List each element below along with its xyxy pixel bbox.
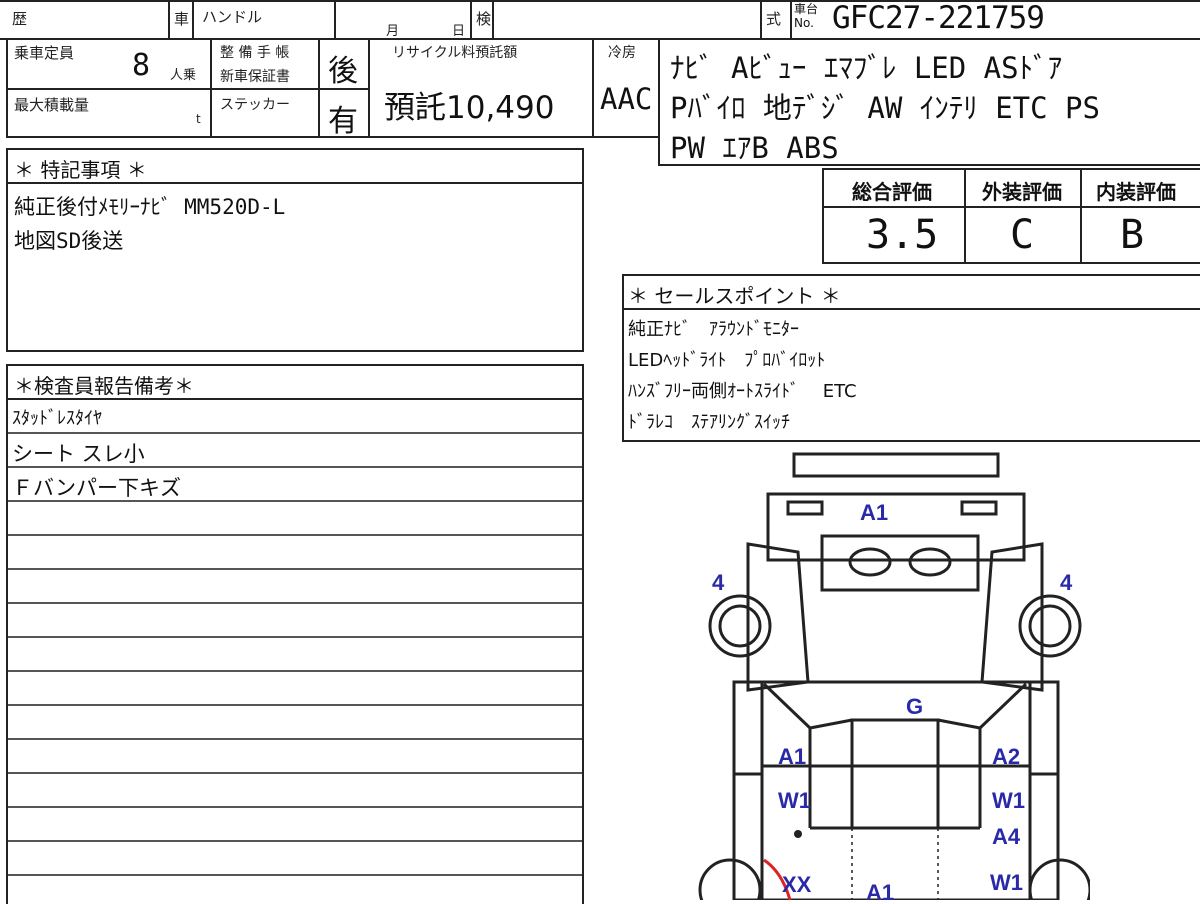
max-load-label: 最大積載量 bbox=[14, 96, 90, 114]
chassis-label-bottom: No. bbox=[794, 16, 814, 30]
chassis-number: GFC27-221759 bbox=[832, 0, 1045, 36]
sales-point-line: LEDﾍｯﾄﾞﾗｲﾄ ﾌﾟﾛﾊﾞｲﾛｯﾄ bbox=[628, 350, 826, 371]
sales-points-list: 純正ﾅﾋﾞ ｱﾗｳﾝﾄﾞﾓﾆﾀｰ LEDﾍｯﾄﾞﾗｲﾄ ﾌﾟﾛﾊﾞｲﾛｯﾄ ﾊﾝ… bbox=[628, 314, 857, 438]
ac-label: 冷房 bbox=[608, 45, 636, 61]
warranty-value: 後 bbox=[328, 54, 358, 89]
left-headlight-outline bbox=[848, 547, 892, 577]
damage-code-label: 4 bbox=[712, 570, 725, 595]
exterior-score-value: C bbox=[1010, 212, 1035, 258]
recycle-label: リサイクル料預託額 bbox=[392, 45, 518, 61]
sales-points-title: ＊ セールスポイント ＊ bbox=[628, 284, 841, 308]
damage-code-label: 4 bbox=[1060, 570, 1073, 595]
inspector-notes-box: ＊検査員報告備考＊ ｽﾀｯﾄﾞﾚｽﾀｲﾔ シート スレ小 Ｆバンパー下キズ bbox=[6, 364, 584, 904]
damage-code-label: W1 bbox=[778, 788, 811, 813]
capacity-label: 乗車定員 bbox=[14, 44, 75, 62]
right-headlight-outline bbox=[908, 547, 952, 577]
front-bumper-outline bbox=[766, 492, 1026, 562]
damage-dot-mark bbox=[794, 830, 802, 838]
sales-point-line: ﾄﾞﾗﾚｺ ｽﾃｱﾘﾝｸﾞｽｲｯﾁ bbox=[628, 412, 790, 433]
capacity-value: 8 bbox=[132, 48, 151, 83]
max-load-unit: t bbox=[196, 112, 201, 126]
overall-score-value: 3.5 bbox=[866, 212, 939, 258]
interior-score-label: 内装評価 bbox=[1096, 180, 1176, 204]
warranty-label: 新車保証書 bbox=[220, 69, 290, 85]
chassis-label-top: 車台 bbox=[794, 2, 819, 16]
hood-outline bbox=[820, 534, 980, 592]
equipment-line: PW ｴｱB ABS bbox=[670, 131, 839, 165]
damage-code-label: G bbox=[906, 694, 923, 719]
roof-outline bbox=[850, 718, 940, 830]
day-label: 日 bbox=[452, 24, 466, 39]
reki-label: 歴 bbox=[12, 10, 28, 28]
equipment-box: ﾅﾋﾞ Aﾋﾞｭｰ ｴﾏﾌﾞﾚ LED ASﾄﾞｱ Pﾊﾞｲﾛ 地ﾃﾞｼﾞ AW… bbox=[658, 38, 1200, 166]
special-notes-list: 純正後付ﾒﾓﾘｰﾅﾋﾞ MM520D-L 地図SD後送 bbox=[14, 190, 285, 258]
sales-points-box: ＊ セールスポイント ＊ 純正ﾅﾋﾞ ｱﾗｳﾝﾄﾞﾓﾆﾀｰ LEDﾍｯﾄﾞﾗｲﾄ… bbox=[622, 274, 1200, 442]
overall-score-label: 総合評価 bbox=[852, 180, 932, 204]
maintenance-label: 整 備 手 帳 bbox=[220, 45, 290, 61]
sticker-value: 有 bbox=[328, 104, 358, 139]
ac-value: AAC bbox=[600, 82, 653, 116]
exterior-score-label: 外装評価 bbox=[982, 180, 1062, 204]
shiki-label: 式 bbox=[766, 10, 782, 28]
recycle-value: 預託10,490 bbox=[384, 90, 555, 126]
roof-spoiler-outline bbox=[792, 452, 1000, 478]
month-label: 月 bbox=[386, 24, 400, 39]
inspector-note-line: ｽﾀｯﾄﾞﾚｽﾀｲﾔ bbox=[12, 408, 102, 429]
special-notes-box: ＊ 特記事項 ＊ 純正後付ﾒﾓﾘｰﾅﾋﾞ MM520D-L 地図SD後送 bbox=[6, 148, 584, 352]
right-rear-wheel-outline bbox=[1028, 858, 1090, 900]
vehicle-damage-diagram: A1 4 4 G A1 A2 W1 W1 A4 XX A1 W1 bbox=[698, 452, 1090, 900]
inspector-note-line: シート スレ小 bbox=[12, 442, 145, 466]
sticker-label: ステッカー bbox=[220, 97, 290, 113]
sales-point-line: 純正ﾅﾋﾞ ｱﾗｳﾝﾄﾞﾓﾆﾀｰ bbox=[628, 319, 799, 340]
damage-code-label: W1 bbox=[992, 788, 1025, 813]
damage-code-label: A2 bbox=[992, 744, 1020, 769]
score-box: 総合評価 外装評価 内装評価 3.5 C B bbox=[822, 168, 1200, 264]
equipment-list: ﾅﾋﾞ Aﾋﾞｭｰ ｴﾏﾌﾞﾚ LED ASﾄﾞｱ Pﾊﾞｲﾛ 地ﾃﾞｼﾞ AW… bbox=[670, 48, 1100, 168]
handle-label: ハンドル bbox=[202, 8, 263, 26]
equipment-line: Pﾊﾞｲﾛ 地ﾃﾞｼﾞ AW ｲﾝﾃﾘ ETC PS bbox=[670, 91, 1100, 125]
right-foglight-outline bbox=[960, 500, 998, 516]
ken-label: 検 bbox=[476, 10, 492, 28]
damage-code-label: A4 bbox=[992, 824, 1021, 849]
sales-point-line: ﾊﾝｽﾞﾌﾘｰ両側ｵｰﾄｽﾗｲﾄﾞ ETC bbox=[628, 381, 857, 402]
damage-code-label: A1 bbox=[860, 500, 888, 525]
special-note-line: 地図SD後送 bbox=[14, 229, 124, 253]
special-notes-title: ＊ 特記事項 ＊ bbox=[14, 158, 147, 182]
damage-code-label: XX bbox=[782, 872, 812, 897]
equipment-line: ﾅﾋﾞ Aﾋﾞｭｰ ｴﾏﾌﾞﾚ LED ASﾄﾞｱ bbox=[670, 51, 1063, 85]
sha-label: 車 bbox=[174, 10, 190, 28]
left-foglight-outline bbox=[786, 500, 824, 516]
capacity-unit: 人乗 bbox=[170, 68, 197, 83]
inspector-note-line: Ｆバンパー下キズ bbox=[12, 476, 182, 500]
inspector-notes-title: ＊検査員報告備考＊ bbox=[14, 374, 194, 398]
special-note-line: 純正後付ﾒﾓﾘｰﾅﾋﾞ MM520D-L bbox=[14, 195, 286, 219]
interior-score-value: B bbox=[1120, 212, 1145, 258]
damage-code-label: A1 bbox=[778, 744, 806, 769]
damage-code-label: A1 bbox=[866, 880, 894, 900]
left-rear-wheel-outline bbox=[698, 858, 762, 900]
damage-code-label: W1 bbox=[990, 870, 1023, 895]
